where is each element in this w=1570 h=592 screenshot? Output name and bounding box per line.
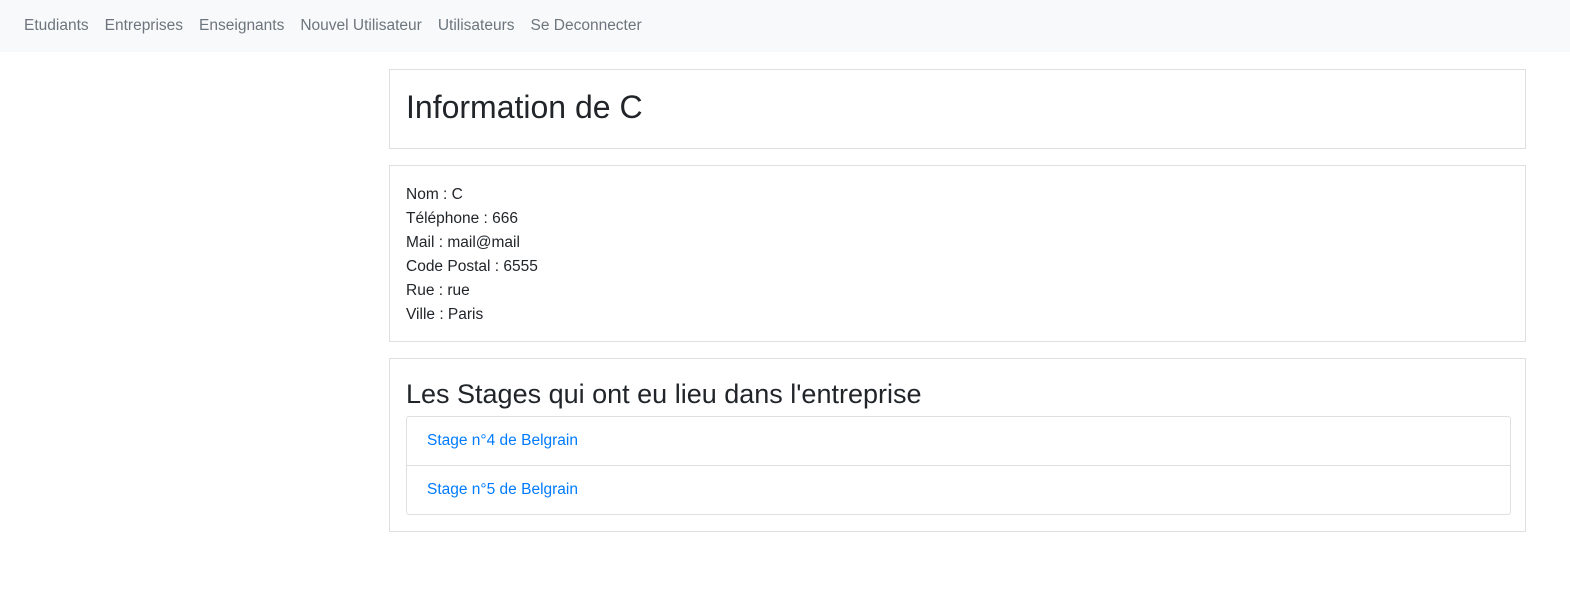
company-info-list: Nom : C Téléphone : 666 Mail : mail@mail… [406,183,538,327]
nav-links: Etudiants Entreprises Enseignants Nouvel… [16,0,650,52]
company-info-card: Nom : C Téléphone : 666 Mail : mail@mail… [389,165,1526,342]
info-ville: Ville : Paris [406,306,484,323]
nav-link-enseignants[interactable]: Enseignants [191,17,292,35]
stages-list: Stage n°4 de Belgrain Stage n°5 de Belgr… [406,416,1511,515]
stage-link-5[interactable]: Stage n°5 de Belgrain [427,481,578,499]
top-navbar: Etudiants Entreprises Enseignants Nouvel… [0,0,1570,52]
info-rue: Rue : rue [406,282,470,299]
title-card: Information de C [389,69,1526,149]
page-title: Information de C [406,89,643,125]
nav-link-etudiants[interactable]: Etudiants [16,17,97,35]
nav-link-nouvel-utilisateur[interactable]: Nouvel Utilisateur [292,17,429,35]
info-code-postal: Code Postal : 6555 [406,258,538,275]
info-telephone: Téléphone : 666 [406,210,519,227]
stages-card: Les Stages qui ont eu lieu dans l'entrep… [389,358,1526,532]
nav-link-utilisateurs[interactable]: Utilisateurs [430,17,523,35]
stage-link-4[interactable]: Stage n°4 de Belgrain [427,432,578,450]
info-mail: Mail : mail@mail [406,234,520,251]
nav-link-se-deconnecter[interactable]: Se Deconnecter [523,17,650,35]
list-item: Stage n°4 de Belgrain [407,417,1510,465]
nav-link-entreprises[interactable]: Entreprises [97,17,191,35]
list-item: Stage n°5 de Belgrain [407,465,1510,514]
info-nom: Nom : C [406,186,463,203]
stages-heading: Les Stages qui ont eu lieu dans l'entrep… [406,379,922,409]
